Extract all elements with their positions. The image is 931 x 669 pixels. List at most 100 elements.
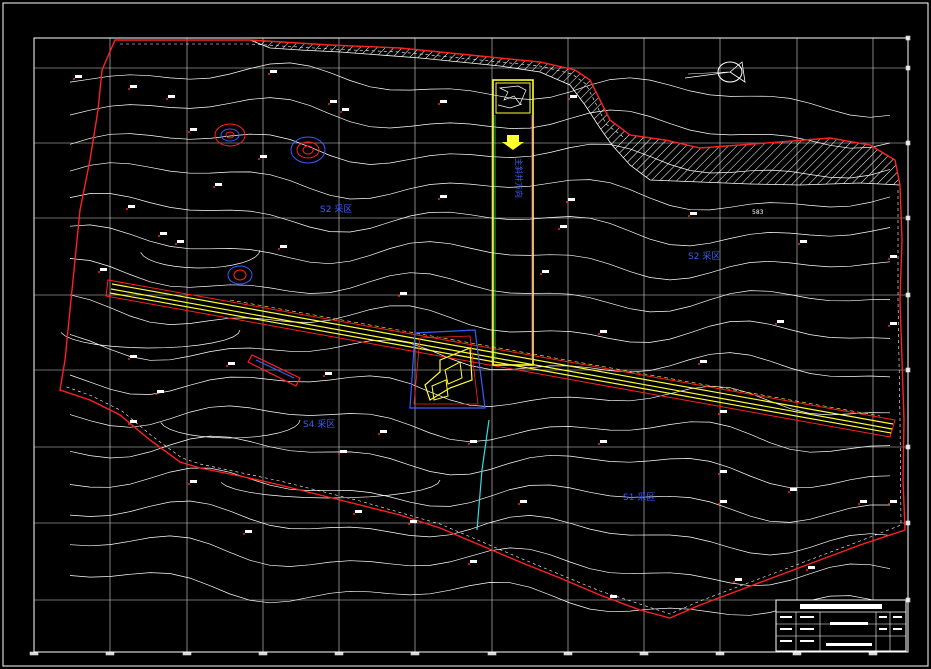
grid-tick: [29, 651, 39, 656]
survey-point-dot: [540, 273, 542, 275]
zone-label-1: S2 采区: [320, 204, 352, 215]
survey-point-dot: [226, 365, 228, 367]
contour-line: [69, 535, 891, 587]
zone-label-4: S1 采区: [623, 492, 655, 503]
survey-point-tag: [600, 440, 607, 443]
survey-point-dot: [338, 453, 340, 455]
cad-drawing-canvas: 主斜井方向 S2 采区 S2 采区 S4 采区 S1 采区 583: [0, 0, 931, 669]
survey-point-dot: [128, 88, 130, 90]
survey-point-tag: [520, 500, 527, 503]
hill-top-3: [227, 265, 253, 285]
contour-line: [69, 224, 891, 281]
survey-point-tag: [777, 320, 784, 323]
survey-point-tag: [260, 155, 267, 158]
survey-point-tag: [600, 330, 607, 333]
survey-point-dot: [98, 271, 100, 273]
survey-point-tag: [735, 578, 742, 581]
drainage-pipe: [476, 419, 490, 531]
survey-point-tag: [410, 520, 417, 523]
survey-point-dot: [126, 208, 128, 210]
survey-point-tag: [325, 372, 332, 375]
survey-point-tag: [890, 255, 897, 258]
survey-point-dot: [888, 325, 890, 327]
survey-point-dot: [598, 333, 600, 335]
grid-tick: [182, 651, 192, 656]
survey-point-tag: [330, 100, 337, 103]
survey-point-tag: [157, 390, 164, 393]
survey-point-tag: [130, 355, 137, 358]
grid-tick: [487, 651, 497, 656]
grid-tick: [715, 651, 725, 656]
survey-point-dot: [438, 198, 440, 200]
survey-point-dot: [323, 375, 325, 377]
survey-point-dot: [128, 358, 130, 360]
zone-label-2: S2 采区: [688, 251, 720, 262]
survey-point-tag: [130, 85, 137, 88]
survey-point-tag: [720, 410, 727, 413]
grid-tick: [410, 651, 420, 656]
hill-top-2: [290, 136, 326, 164]
survey-point-tag: [790, 488, 797, 491]
survey-point-tag: [160, 232, 167, 235]
survey-point-dot: [798, 243, 800, 245]
survey-point-tag: [75, 75, 82, 78]
grid-tick: [905, 520, 911, 526]
survey-point-tag: [560, 225, 567, 228]
contour-line: [140, 249, 261, 269]
survey-point-dot: [213, 186, 215, 188]
survey-point-tag: [355, 510, 362, 513]
survey-point-dot: [608, 598, 610, 600]
survey-point-dot: [268, 73, 270, 75]
survey-point-tag: [470, 440, 477, 443]
survey-point-dot: [468, 563, 470, 565]
survey-point-dot: [188, 483, 190, 485]
survey-point-tag: [100, 268, 107, 271]
survey-point-tag: [190, 480, 197, 483]
survey-point-tag: [130, 420, 137, 423]
survey-point-dot: [328, 103, 330, 105]
survey-point-tag: [470, 560, 477, 563]
contour-line: [69, 572, 891, 616]
grid-tick: [905, 292, 911, 298]
grid-tick: [905, 140, 911, 146]
contour-line: [69, 62, 891, 118]
survey-point-tag: [690, 212, 697, 215]
grid-tick: [868, 651, 878, 656]
contour-line: [69, 374, 891, 416]
survey-point-tag: [610, 595, 617, 598]
survey-point-dot: [378, 433, 380, 435]
zone-label-3: S4 采区: [303, 419, 335, 430]
survey-point-tag: [890, 322, 897, 325]
grid-tick: [905, 35, 911, 41]
survey-point-tag: [380, 430, 387, 433]
grid-tick: [905, 65, 911, 71]
contour-line: [220, 479, 441, 499]
survey-point-dot: [568, 98, 570, 100]
survey-point-dot: [398, 295, 400, 297]
site-plan-svg: 主斜井方向 S2 采区 S2 采区 S4 采区 S1 采区 583: [2, 2, 929, 667]
grid-tick: [792, 651, 802, 656]
contour-line: [69, 405, 891, 453]
survey-point-tag: [860, 500, 867, 503]
survey-point-tag: [542, 270, 549, 273]
survey-point-dot: [158, 235, 160, 237]
survey-point-dot: [73, 78, 75, 80]
contour-line: [60, 329, 241, 349]
north-arrow-icon: [684, 61, 746, 83]
survey-point-tag: [400, 292, 407, 295]
outer-frame: [2, 2, 929, 667]
survey-point-tag: [228, 362, 235, 365]
survey-point-dot: [518, 503, 520, 505]
survey-point-dot: [340, 111, 342, 113]
survey-point-dot: [775, 323, 777, 325]
contour-line: [160, 419, 301, 439]
survey-point-dot: [718, 503, 720, 505]
survey-point-tag: [215, 183, 222, 186]
survey-point-dot: [566, 201, 568, 203]
survey-point-tag: [190, 128, 197, 131]
contour-line: [69, 193, 891, 247]
survey-point-tag: [800, 240, 807, 243]
survey-point-dot: [408, 523, 410, 525]
contour-line: [69, 294, 891, 343]
survey-point-tag: [890, 500, 897, 503]
